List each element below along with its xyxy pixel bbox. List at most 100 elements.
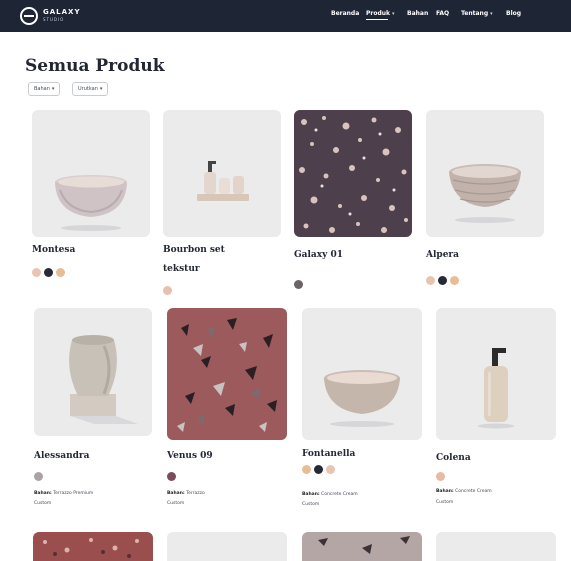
product-card-colena[interactable]: Colena Bahan: Concrete Cream Custom xyxy=(436,308,556,523)
product-card-venus-09[interactable]: Venus 09 Bahan: Terrazzo Custom xyxy=(167,308,287,523)
material-label: Bahan: xyxy=(302,492,320,497)
material-info: Bahan: Terrazzo xyxy=(167,491,205,496)
chevron-down-icon: ▾ xyxy=(51,86,55,92)
color-swatch[interactable] xyxy=(450,276,459,285)
nav-item-label: Blog xyxy=(506,10,522,17)
color-swatch[interactable] xyxy=(34,472,43,481)
top-navbar: GALAXY STUDIO Beranda Produk ▾ Bahan FAQ … xyxy=(0,0,571,32)
color-swatches xyxy=(32,268,65,277)
product-card-alessandra[interactable]: Alessandra Bahan: Terrazzo Premium Custo… xyxy=(34,308,152,523)
nav-item-label: Beranda xyxy=(331,10,360,17)
product-image[interactable] xyxy=(294,110,412,237)
bowl-image xyxy=(324,370,400,427)
bowl-image xyxy=(55,175,127,231)
product-image[interactable] xyxy=(426,110,544,237)
bathroom-set-image xyxy=(197,161,249,201)
page-title: Semua Produk xyxy=(25,56,165,76)
material-label: Bahan: xyxy=(167,491,185,496)
color-swatches xyxy=(302,465,335,474)
nav-item-label: Tentang xyxy=(461,10,489,17)
color-swatch[interactable] xyxy=(438,276,447,285)
color-swatch[interactable] xyxy=(163,286,172,295)
color-swatches xyxy=(426,276,459,285)
product-image[interactable] xyxy=(34,308,152,436)
product-name[interactable]: Fontanella xyxy=(302,449,355,459)
color-swatch[interactable] xyxy=(167,472,176,481)
color-swatch[interactable] xyxy=(32,268,41,277)
nav-item-blog[interactable]: Blog xyxy=(506,10,521,17)
color-swatches xyxy=(163,286,172,295)
color-swatch[interactable] xyxy=(294,280,303,289)
terrazzo-red-image xyxy=(177,318,277,432)
color-swatch[interactable] xyxy=(314,465,323,474)
custom-info: Custom xyxy=(167,501,185,506)
chevron-down-icon: ▾ xyxy=(490,11,493,17)
terrazzo-image xyxy=(318,536,410,554)
product-card-bourbon[interactable]: Bourbon set tekstur xyxy=(163,110,281,300)
product-card-fontanella[interactable]: Fontanella Bahan: Concrete Cream Custom xyxy=(302,308,422,523)
material-info: Bahan: Terrazzo Premium xyxy=(34,491,93,496)
product-name-line2[interactable]: tekstur xyxy=(163,264,200,274)
color-swatches xyxy=(436,472,445,481)
color-swatch[interactable] xyxy=(56,268,65,277)
product-image[interactable] xyxy=(167,308,287,440)
color-swatches xyxy=(167,472,176,481)
nav-item-label: Produk xyxy=(366,10,391,17)
brand-logo[interactable]: GALAXY STUDIO xyxy=(20,7,81,25)
product-name[interactable]: Alessandra xyxy=(34,451,90,461)
color-swatch[interactable] xyxy=(44,268,53,277)
material-value: Concrete Cream xyxy=(321,492,358,497)
product-card-montesa[interactable]: Montesa xyxy=(32,110,150,290)
nav-item-faq[interactable]: FAQ xyxy=(436,10,449,17)
custom-info: Custom xyxy=(302,502,320,507)
material-info: Bahan: Concrete Cream xyxy=(302,492,358,497)
chevron-down-icon: ▾ xyxy=(392,11,395,17)
product-image[interactable] xyxy=(302,308,422,440)
nav-item-beranda[interactable]: Beranda xyxy=(331,10,359,17)
color-swatches xyxy=(34,472,43,481)
product-image-row3-4[interactable] xyxy=(436,532,556,561)
material-label: Bahan: xyxy=(34,491,52,496)
filter-bahan-dropdown[interactable]: Bahan ▾ xyxy=(28,82,61,96)
material-value: Terrazzo xyxy=(186,491,205,496)
product-name[interactable]: Colena xyxy=(436,453,471,463)
product-name[interactable]: Montesa xyxy=(32,245,75,255)
custom-info: Custom xyxy=(34,501,52,506)
color-swatch[interactable] xyxy=(426,276,435,285)
product-card-alpera[interactable]: Alpera xyxy=(426,110,544,290)
product-image[interactable] xyxy=(32,110,150,237)
soap-dispenser-image xyxy=(478,348,514,429)
product-image[interactable] xyxy=(163,110,281,237)
color-swatch[interactable] xyxy=(302,465,311,474)
nav-item-label: FAQ xyxy=(436,10,450,17)
nav-item-produk[interactable]: Produk ▾ xyxy=(366,10,395,20)
chevron-down-icon: ▾ xyxy=(99,86,103,92)
color-swatch[interactable] xyxy=(436,472,445,481)
filter-urutkan-dropdown[interactable]: Urutkan ▾ xyxy=(72,82,109,96)
nav-item-tentang[interactable]: Tentang ▾ xyxy=(461,10,493,17)
filter-label: Bahan xyxy=(34,86,50,92)
nav-item-bahan[interactable]: Bahan xyxy=(407,10,428,17)
product-name[interactable]: Bourbon set xyxy=(163,245,225,255)
bowl-image xyxy=(449,164,521,223)
material-info: Bahan: Concrete Cream xyxy=(436,489,492,494)
product-name[interactable]: Galaxy 01 xyxy=(294,250,343,260)
brand-sub: STUDIO xyxy=(43,17,65,22)
color-swatch[interactable] xyxy=(326,465,335,474)
material-value: Concrete Cream xyxy=(455,489,492,494)
color-swatches xyxy=(294,280,303,289)
product-name[interactable]: Alpera xyxy=(426,250,459,260)
product-image[interactable] xyxy=(436,308,556,440)
product-image-row3-2[interactable] xyxy=(167,532,287,561)
product-card-galaxy-01[interactable]: Galaxy 01 xyxy=(294,110,412,290)
product-image-row3-3[interactable] xyxy=(302,532,422,561)
material-label: Bahan: xyxy=(436,489,454,494)
nav-item-label: Bahan xyxy=(407,10,429,17)
terrazzo-dark-image xyxy=(299,116,408,233)
product-image-row3-1[interactable] xyxy=(33,532,153,561)
galaxy-logo-icon xyxy=(20,7,38,25)
product-name[interactable]: Venus 09 xyxy=(167,451,213,461)
filter-label: Urutkan xyxy=(78,86,98,92)
material-value: Terrazzo Premium xyxy=(53,491,94,496)
custom-info: Custom xyxy=(436,500,454,505)
